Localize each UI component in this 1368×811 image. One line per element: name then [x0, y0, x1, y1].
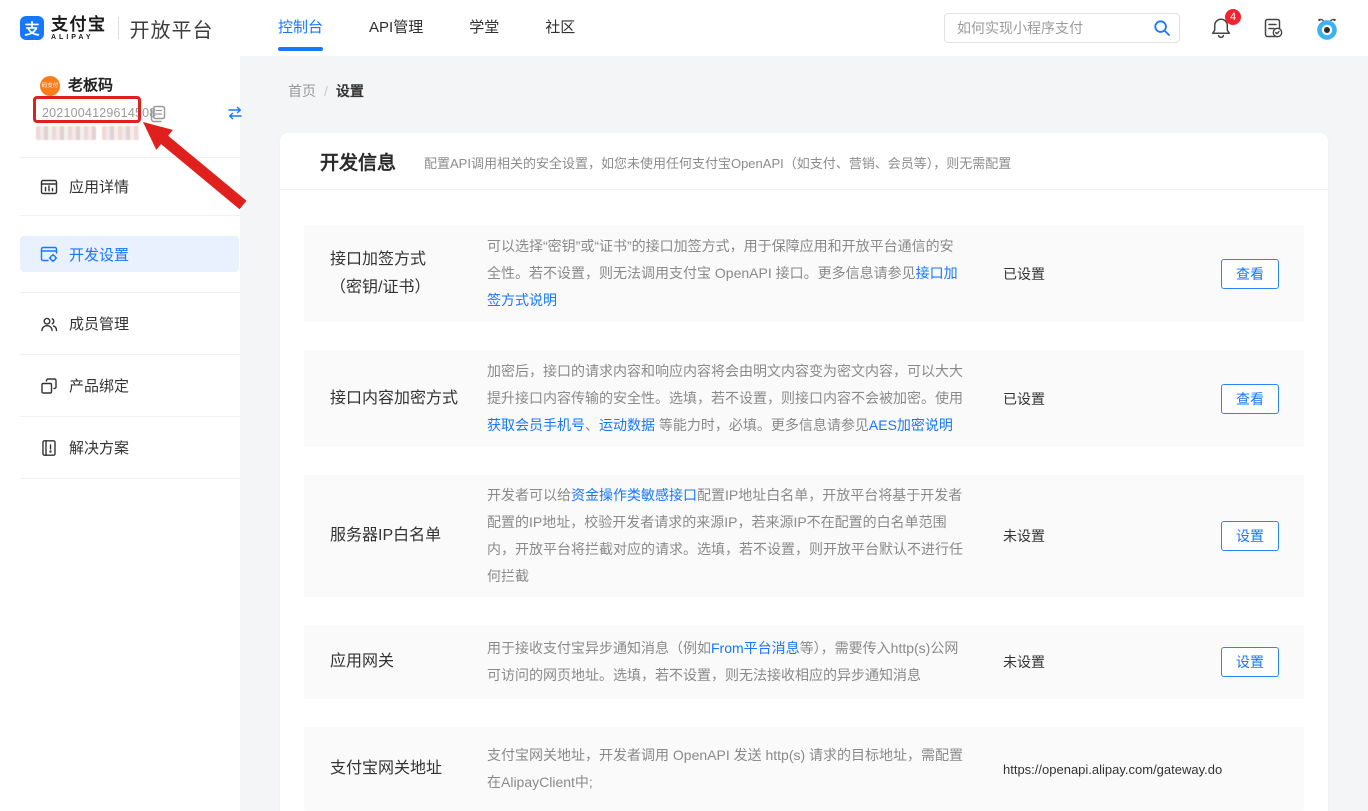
row-status: 未设置 — [1003, 652, 1221, 672]
dev-settings-icon — [40, 245, 58, 263]
members-icon — [40, 315, 58, 333]
row-action-button[interactable]: 设置 — [1221, 647, 1279, 677]
settings-row-1: 接口内容加密方式加密后，接口的请求内容和响应内容将会由明文内容变为密文内容，可以… — [304, 350, 1304, 447]
row-label: 接口内容加密方式 — [330, 385, 487, 413]
inline-link[interactable]: 运动数据 — [599, 417, 655, 433]
ant-avatar-icon[interactable] — [1314, 15, 1340, 41]
settings-row-3: 应用网关用于接收支付宝异步通知消息（例如From平台消息等），需要传入http(… — [304, 625, 1304, 699]
sidebar-item-label: 开发设置 — [69, 244, 129, 265]
row-action-cell: 查看 — [1221, 259, 1279, 289]
row-description: 可以选择“密钥”或“证书”的接口加签方式，用于保障应用和开放平台通信的安全性。若… — [487, 233, 1003, 314]
row-status: 已设置 — [1003, 264, 1221, 284]
top-navigation: 控制台 API管理学堂社区 — [278, 0, 575, 56]
topnav-item-3[interactable]: 社区 — [545, 0, 575, 56]
searchbox — [944, 13, 1180, 43]
topbar-right: 4 — [944, 0, 1340, 56]
row-action-cell: 查看 — [1221, 384, 1279, 414]
brand-text: 支付宝 ALIPAY — [51, 16, 107, 41]
sidebar-item-label: 产品绑定 — [69, 375, 129, 396]
document-check-icon[interactable] — [1262, 17, 1284, 39]
app-info: 码支付 老板码 2021004129614508 — [0, 56, 240, 157]
row-description: 用于接收支付宝异步通知消息（例如From平台消息等），需要传入http(s)公网… — [487, 635, 1003, 689]
settings-rows: 接口加签方式（密钥/证书）可以选择“密钥”或“证书”的接口加签方式，用于保障应用… — [280, 190, 1328, 811]
sidebar-item-0[interactable]: 应用详情 — [0, 158, 240, 215]
gateway-url-value: https://openapi.alipay.com/gateway.do — [1003, 762, 1222, 777]
breadcrumb-home[interactable]: 首页 — [288, 83, 316, 99]
sidebar-item-label: 解决方案 — [69, 437, 129, 458]
row-action-button[interactable]: 查看 — [1221, 384, 1279, 414]
breadcrumb: 首页 / 设置 — [288, 81, 364, 101]
row-action-button[interactable]: 设置 — [1221, 521, 1279, 551]
app-detail-icon — [40, 178, 58, 196]
sidebar-item-4[interactable]: 解决方案 — [0, 417, 240, 478]
row-label: 接口加签方式（密钥/证书） — [330, 246, 487, 302]
topnav-item-0[interactable]: 控制台 — [278, 0, 323, 56]
sidebar-item-label: 应用详情 — [69, 176, 129, 197]
search-icon[interactable] — [1153, 19, 1171, 42]
app-avatar: 码支付 — [40, 76, 60, 96]
app-name: 老板码 — [68, 76, 113, 96]
sidebar-menu: 应用详情开发设置成员管理产品绑定解决方案 — [0, 157, 240, 479]
row-label: 服务器IP白名单 — [330, 522, 487, 550]
notification-badge: 4 — [1225, 9, 1241, 25]
row-action-button[interactable]: 查看 — [1221, 259, 1279, 289]
alipay-logo[interactable]: 支 支付宝 ALIPAY 开放平台 — [20, 0, 214, 56]
redacted-text — [36, 126, 139, 140]
brand-cn: 支付宝 — [51, 16, 107, 34]
row-description: 开发者可以给资金操作类敏感接口配置IP地址白名单，开放平台将基于开发者配置的IP… — [487, 482, 1003, 590]
inline-link[interactable]: 资金操作类敏感接口 — [571, 487, 697, 503]
inline-link[interactable]: AES加密说明 — [869, 417, 953, 433]
app-id: 2021004129614508 — [42, 106, 156, 120]
inline-link[interactable]: From平台消息 — [711, 640, 800, 656]
settings-row-4: 支付宝网关地址支付宝网关地址，开发者调用 OpenAPI 发送 http(s) … — [304, 727, 1304, 811]
row-description: 加密后，接口的请求内容和响应内容将会由明文内容变为密文内容，可以大大提升接口内容… — [487, 358, 1003, 439]
row-action-cell: 设置 — [1221, 521, 1279, 551]
topbar: 支 支付宝 ALIPAY 开放平台 控制台 API管理学堂社区 4 — [0, 0, 1368, 56]
row-status: 已设置 — [1003, 389, 1221, 409]
copy-icon[interactable] — [149, 105, 166, 128]
topnav-item-1[interactable]: API管理 — [369, 0, 423, 56]
logo-divider — [118, 17, 119, 39]
sidebar-item-3[interactable]: 产品绑定 — [0, 355, 240, 416]
notifications-button[interactable]: 4 — [1210, 16, 1232, 40]
row-label: 应用网关 — [330, 648, 487, 676]
settings-row-0: 接口加签方式（密钥/证书）可以选择“密钥”或“证书”的接口加签方式，用于保障应用… — [304, 225, 1304, 322]
menu-divider — [20, 478, 240, 479]
switch-app-icon[interactable] — [227, 105, 243, 126]
row-status: 未设置 — [1003, 526, 1221, 546]
alipay-logo-icon: 支 — [20, 16, 44, 40]
sidebar: 码支付 老板码 2021004129614508 应用详情开发设置成员管理产品绑… — [0, 56, 240, 811]
sidebar-item-1[interactable]: 开发设置 — [0, 216, 240, 292]
solutions-icon — [40, 439, 58, 457]
sidebar-item-label: 成员管理 — [69, 313, 129, 334]
brand-en: ALIPAY — [51, 34, 94, 41]
section-title: 开发信息 — [320, 148, 396, 175]
row-action-cell: 设置 — [1221, 647, 1279, 677]
content-area: 首页 / 设置 开发信息 配置API调用相关的安全设置，如您未使用任何支付宝Open… — [240, 56, 1368, 811]
topnav-item-2[interactable]: 学堂 — [469, 0, 499, 56]
dev-info-card: 开发信息 配置API调用相关的安全设置，如您未使用任何支付宝OpenAPI（如支… — [280, 133, 1328, 811]
row-description: 支付宝网关地址，开发者调用 OpenAPI 发送 http(s) 请求的目标地址… — [487, 742, 1003, 796]
search-input[interactable] — [944, 13, 1180, 43]
row-label: 支付宝网关地址 — [330, 755, 487, 783]
breadcrumb-separator: / — [324, 83, 328, 99]
sidebar-item-2[interactable]: 成员管理 — [0, 293, 240, 354]
breadcrumb-current: 设置 — [336, 83, 364, 99]
card-header: 开发信息 配置API调用相关的安全设置，如您未使用任何支付宝OpenAPI（如支… — [280, 133, 1328, 190]
settings-row-2: 服务器IP白名单开发者可以给资金操作类敏感接口配置IP地址白名单，开放平台将基于… — [304, 475, 1304, 597]
platform-name: 开放平台 — [130, 14, 214, 43]
product-binding-icon — [40, 377, 58, 395]
section-description: 配置API调用相关的安全设置，如您未使用任何支付宝OpenAPI（如支付、营销、… — [424, 153, 1011, 172]
inline-link[interactable]: 获取会员手机号 — [487, 417, 585, 433]
